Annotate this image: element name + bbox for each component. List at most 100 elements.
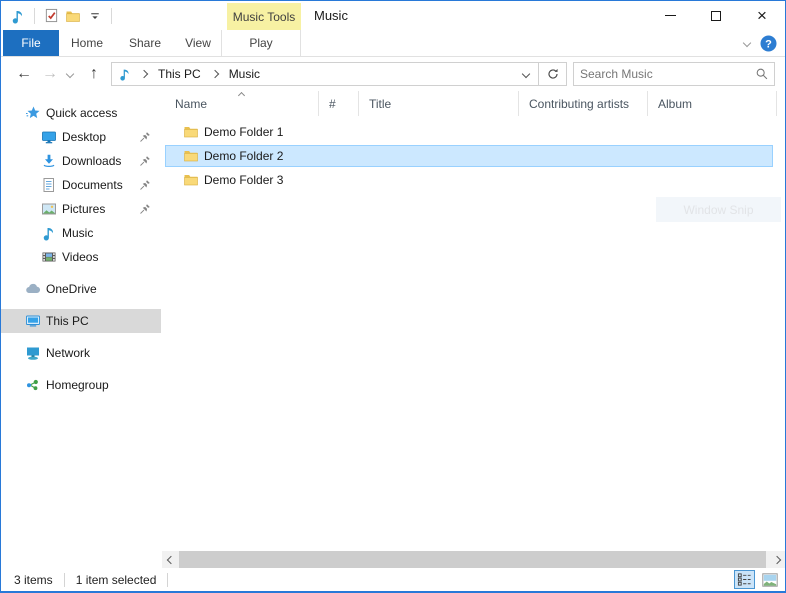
breadcrumb: This PC Music	[112, 63, 514, 85]
documents-icon	[41, 177, 57, 193]
breadcrumb-music[interactable]: Music	[227, 67, 262, 81]
sidebar-item-label: Downloads	[62, 154, 121, 168]
sidebar-item-this-pc[interactable]: This PC	[1, 309, 161, 333]
tab-view[interactable]: View	[175, 30, 221, 56]
music-tools-contextual-group: Music Tools	[227, 3, 301, 30]
scroll-left-icon[interactable]	[162, 551, 179, 568]
selected-count: 1 item selected	[76, 573, 157, 587]
column-header-album[interactable]: Album	[648, 91, 777, 116]
help-icon: ?	[760, 35, 777, 52]
tab-play[interactable]: Play	[221, 30, 301, 56]
sidebar-item-music[interactable]: Music	[1, 221, 161, 245]
folder-icon	[183, 124, 199, 140]
details-view-button[interactable]	[734, 570, 755, 589]
breadcrumb-chevron-icon[interactable]	[140, 70, 148, 78]
sidebar-item-onedrive[interactable]: OneDrive	[1, 277, 161, 301]
recent-locations-icon[interactable]	[61, 57, 79, 91]
sidebar-item-documents[interactable]: Documents	[1, 173, 161, 197]
music-icon	[41, 225, 57, 241]
sidebar-item-network[interactable]: Network	[1, 341, 161, 365]
maximize-button[interactable]	[693, 1, 739, 30]
tab-file[interactable]: File	[3, 30, 59, 56]
refresh-button[interactable]	[538, 63, 566, 85]
qat-separator	[111, 8, 112, 24]
scrollbar-thumb[interactable]	[179, 551, 766, 568]
pictures-icon	[41, 201, 57, 217]
search-icon[interactable]	[750, 67, 774, 81]
sidebar-item-downloads[interactable]: Downloads	[1, 149, 161, 173]
quick-access-star-icon	[25, 105, 41, 121]
up-button[interactable]: ↑	[81, 57, 107, 91]
search-input[interactable]	[574, 67, 750, 81]
ribbon-tab-bar: File Home Share View Play ?	[1, 30, 785, 57]
this-pc-icon	[25, 313, 41, 329]
large-icons-view-icon	[762, 573, 778, 587]
homegroup-icon	[25, 377, 41, 393]
column-header-contributing-artists[interactable]: Contributing artists	[519, 91, 648, 116]
sidebar-item-quick-access[interactable]: Quick access	[1, 101, 161, 125]
pin-icon[interactable]	[139, 203, 151, 215]
address-bar[interactable]: This PC Music	[111, 62, 567, 86]
onedrive-cloud-icon	[25, 281, 41, 297]
sidebar-item-homegroup[interactable]: Homegroup	[1, 373, 161, 397]
pin-icon[interactable]	[139, 179, 151, 191]
window-controls: ×	[647, 1, 785, 30]
column-header-name[interactable]: Name	[161, 91, 319, 116]
column-header-number[interactable]: #	[319, 91, 359, 116]
search-box	[573, 62, 775, 86]
sidebar-item-label: Music	[62, 226, 93, 240]
details-view-icon	[737, 572, 752, 587]
location-music-note-icon	[118, 67, 132, 81]
forward-button[interactable]: →	[37, 57, 63, 91]
tab-home[interactable]: Home	[61, 30, 113, 56]
sidebar-item-label: Pictures	[62, 202, 105, 216]
close-icon: ×	[757, 11, 767, 21]
column-headers: Name # Title Contributing artists Album	[161, 91, 777, 116]
file-name: Demo Folder 3	[204, 173, 283, 187]
sidebar-item-videos[interactable]: Videos	[1, 245, 161, 269]
properties-check-icon[interactable]	[40, 5, 62, 27]
close-button[interactable]: ×	[739, 1, 785, 30]
items-count: 3 items	[14, 573, 53, 587]
horizontal-scrollbar[interactable]	[162, 551, 785, 568]
folder-icon	[183, 148, 199, 164]
file-row-demo-folder-1[interactable]: Demo Folder 1	[165, 121, 773, 143]
sort-ascending-icon	[238, 92, 245, 99]
sidebar-item-desktop[interactable]: Desktop	[1, 125, 161, 149]
network-icon	[25, 345, 41, 361]
music-note-icon	[7, 5, 29, 27]
collapse-ribbon-icon[interactable]	[743, 39, 751, 47]
back-button[interactable]: ←	[11, 57, 37, 91]
scroll-right-icon[interactable]	[768, 551, 785, 568]
large-icons-view-button[interactable]	[759, 570, 780, 589]
sidebar-item-label: Documents	[62, 178, 123, 192]
window-title: Music	[314, 8, 348, 23]
pin-icon[interactable]	[139, 131, 151, 143]
downloads-icon	[41, 153, 57, 169]
tab-share[interactable]: Share	[119, 30, 171, 56]
refresh-icon	[546, 67, 560, 81]
navigation-bar: ← → ↑ This PC Music	[1, 57, 785, 91]
breadcrumb-this-pc[interactable]: This PC	[156, 67, 203, 81]
sidebar-item-label: Desktop	[62, 130, 106, 144]
navigation-pane: Quick access Desktop Downloads	[1, 91, 161, 551]
minimize-button[interactable]	[647, 1, 693, 30]
help-button[interactable]: ?	[760, 35, 777, 52]
new-folder-icon[interactable]	[62, 5, 84, 27]
file-row-demo-folder-3[interactable]: Demo Folder 3	[165, 169, 773, 191]
status-bar: 3 items 1 item selected	[1, 568, 785, 591]
sidebar-item-label: This PC	[46, 314, 89, 328]
column-header-title[interactable]: Title	[359, 91, 519, 116]
minimize-icon	[665, 15, 676, 16]
pin-icon[interactable]	[139, 155, 151, 167]
sidebar-item-label: Network	[46, 346, 90, 360]
sidebar-item-pictures[interactable]: Pictures	[1, 197, 161, 221]
address-dropdown-icon[interactable]	[514, 63, 538, 85]
qat-dropdown-icon[interactable]	[84, 5, 106, 27]
qat-separator	[34, 8, 35, 24]
file-row-demo-folder-2[interactable]: Demo Folder 2	[165, 145, 773, 167]
file-name: Demo Folder 2	[204, 149, 283, 163]
breadcrumb-chevron-icon[interactable]	[210, 70, 218, 78]
quick-access-toolbar	[7, 1, 117, 30]
svg-text:?: ?	[765, 38, 772, 50]
